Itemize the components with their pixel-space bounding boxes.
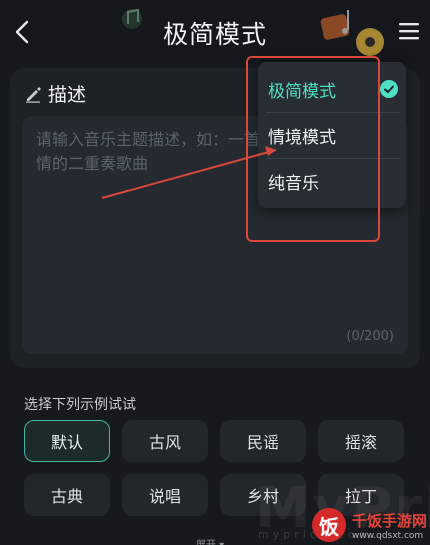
example-chip-rock[interactable]: 摇滚 [318,420,404,462]
example-chip-default[interactable]: 默认 [24,420,110,462]
mode-option-scenario[interactable]: 情境模式 [258,112,406,158]
mode-option-minimal[interactable]: 极简模式 [258,66,406,112]
description-placeholder: 请输入音乐主题描述，如：一首柔情的二重奏歌曲 [36,130,277,173]
pencil-icon [26,86,41,103]
description-header: 描述 [24,80,86,107]
site-logo-url: www.qdsxt.com [352,530,424,541]
mode-option-label: 极简模式 [268,81,336,102]
check-circle-icon [380,80,398,98]
expand-toggle[interactable]: 展开 ▾ [196,536,224,545]
menu-icon[interactable] [398,20,420,42]
mode-option-pure-music[interactable]: 纯音乐 [258,158,406,204]
example-chip-rap[interactable]: 说唱 [122,474,208,516]
mode-dropdown-menu: 极简模式 情境模式 纯音乐 [258,62,406,208]
site-logo-name: 千饭手游网 [352,511,428,530]
character-counter: (0/200) [346,329,394,344]
example-chip-folk[interactable]: 民谣 [220,420,306,462]
examples-label: 选择下列示例试试 [24,397,136,413]
site-logo-badge: 饭 [312,508,346,542]
example-chip-guofeng[interactable]: 古风 [122,420,208,462]
mode-option-label: 情境模式 [268,127,336,148]
mode-option-label: 纯音乐 [268,173,319,194]
music-disc-decoration-icon [320,10,384,56]
site-logo: 饭 千饭手游网 www.qdsxt.com [312,508,427,542]
example-chip-classical[interactable]: 古典 [24,474,110,516]
top-bar: 极简模式 [0,0,430,64]
description-label: 描述 [48,84,87,106]
